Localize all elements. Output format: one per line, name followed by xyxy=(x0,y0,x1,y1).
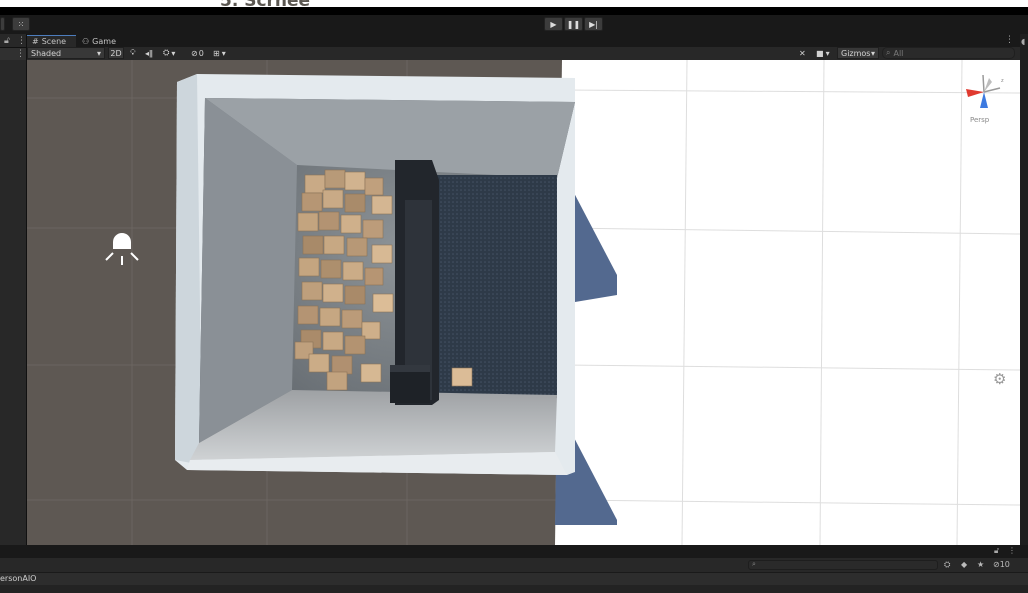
camera-icon: ■ xyxy=(816,48,824,58)
eye-slash-icon: ⊘ xyxy=(993,560,1000,569)
tools-icon[interactable]: ✕ xyxy=(799,47,811,59)
step-button[interactable]: ▶| xyxy=(584,17,603,31)
search-icon: ⌕ xyxy=(752,560,756,568)
light-gizmo xyxy=(105,233,139,265)
orientation-gizmo[interactable]: z Persp xyxy=(962,70,1007,125)
hidden-packages-count: 10 xyxy=(999,560,1010,569)
mesh-panel xyxy=(432,175,557,395)
tag-icon[interactable]: ◆ xyxy=(961,560,967,569)
gamepad-icon: ⚇ xyxy=(82,36,90,46)
scene-toolbar: Shaded ▾ 2D 💡︎ ◂ǁ ⛭ ▾ ⊘ 0 ⊞ ▾ ✕ ■ ▾ Gizmos … xyxy=(27,47,1020,61)
shading-mode-dropdown[interactable]: Shaded ▾ xyxy=(27,47,105,59)
play-icon: ▶ xyxy=(550,19,557,29)
window-top-strip: 5. Scrnee xyxy=(0,0,1028,15)
more-options-icon[interactable]: ⋮ xyxy=(1008,546,1016,555)
project-breadcrumb-row: ersonAIO xyxy=(0,572,1028,586)
pause-icon: ❚❚ xyxy=(566,19,581,29)
dropdown-arrow-icon: ▾ xyxy=(221,48,226,58)
hidden-objects-count: 0 xyxy=(198,48,204,58)
effects-icon: ⛭ xyxy=(163,48,170,57)
audio-toggle-icon[interactable]: ◂ǁ xyxy=(145,47,157,59)
more-options-icon[interactable]: ⋮ xyxy=(1005,35,1014,45)
lighting-toggle-icon[interactable]: 💡︎ xyxy=(130,47,140,59)
projection-label[interactable]: Persp xyxy=(970,116,989,124)
grid-snap-icon: ⊞ xyxy=(213,48,220,58)
inspector-edge: ◖ xyxy=(1020,34,1028,545)
play-button[interactable]: ▶ xyxy=(544,17,563,31)
more-options-icon[interactable]: ⋮ xyxy=(17,36,26,46)
hidden-packages-toggle[interactable]: ⊘ 10 xyxy=(993,560,1010,569)
2d-toggle-label: 2D xyxy=(110,48,122,58)
project-search-input[interactable]: ⌕ xyxy=(748,560,938,570)
view-tab-bar: # Scene ⚇ Game ⋮ xyxy=(27,34,1028,47)
hierarchy-item-label[interactable]: ersonAIO xyxy=(0,574,36,583)
grid-icon: # xyxy=(32,37,39,46)
scene-search-input[interactable]: ⌕ All xyxy=(882,47,1015,59)
scene-viewport[interactable]: z Persp ⚙ xyxy=(27,60,1020,545)
dropdown-arrow-icon: ▾ xyxy=(870,48,875,58)
tab-game-label: Game xyxy=(92,36,116,46)
tab-scene-label: Scene xyxy=(41,37,67,46)
hierarchy-panel: 🔓︎ ⋮ ⋮ xyxy=(0,34,27,545)
more-options-icon[interactable]: ⋮ xyxy=(16,49,25,59)
gear-icon[interactable]: ⚙ xyxy=(993,370,1006,388)
axis-gizmo-icon: z xyxy=(966,74,1004,108)
gizmos-dropdown[interactable]: Gizmos ▾ xyxy=(837,47,879,59)
star-icon[interactable]: ★ xyxy=(977,560,984,569)
shading-mode-value: Shaded xyxy=(31,48,62,58)
project-toolbar: ⌕ ⛭ ◆ ★ ⊘ 10 xyxy=(0,558,1028,572)
effects-dropdown[interactable]: ⛭ ▾ xyxy=(163,47,185,59)
svg-text:z: z xyxy=(1001,78,1004,84)
filter-type-icon[interactable]: ⛭ xyxy=(944,560,950,570)
2d-toggle-button[interactable]: 2D xyxy=(108,47,124,59)
dropdown-arrow-icon: ▾ xyxy=(171,48,176,58)
pause-button[interactable]: ❚❚ xyxy=(564,17,583,31)
eye-slash-icon: ⊘ xyxy=(191,48,198,58)
search-icon: ⌕ xyxy=(886,48,891,57)
scene-search-placeholder: All xyxy=(893,48,904,58)
lock-icon[interactable]: 🔓︎ xyxy=(4,36,10,46)
project-panel-header: 🔓︎ ⋮ xyxy=(0,545,1028,558)
grid-snap-dropdown[interactable]: ⊞ ▾ xyxy=(213,47,235,59)
scene-render xyxy=(27,60,1020,545)
tab-game[interactable]: ⚇ Game xyxy=(77,35,117,47)
gizmos-label: Gizmos xyxy=(841,48,871,58)
scene-title-fragment: 5. Scrnee xyxy=(220,0,311,11)
camera-dropdown[interactable]: ■ ▾ xyxy=(816,47,836,59)
hidden-objects-toggle[interactable]: ⊘ 0 xyxy=(191,47,211,59)
grid-small-icon: ⁙ xyxy=(17,19,25,29)
main-toolbar: ⁙ ▶ ❚❚ ▶| xyxy=(0,15,1028,35)
project-content-area xyxy=(0,585,1028,593)
dropdown-arrow-icon: ▾ xyxy=(825,48,830,58)
inspector-toggle-icon[interactable]: ◖ xyxy=(1021,37,1025,46)
toolbar-edge-button[interactable] xyxy=(0,17,5,31)
tab-scene[interactable]: # Scene xyxy=(27,35,76,47)
dropdown-arrow-icon: ▾ xyxy=(96,48,101,58)
sky-area xyxy=(555,60,1020,545)
step-icon: ▶| xyxy=(589,19,598,29)
layers-button[interactable]: ⁙ xyxy=(12,17,30,31)
lock-icon[interactable]: 🔓︎ xyxy=(994,546,999,556)
